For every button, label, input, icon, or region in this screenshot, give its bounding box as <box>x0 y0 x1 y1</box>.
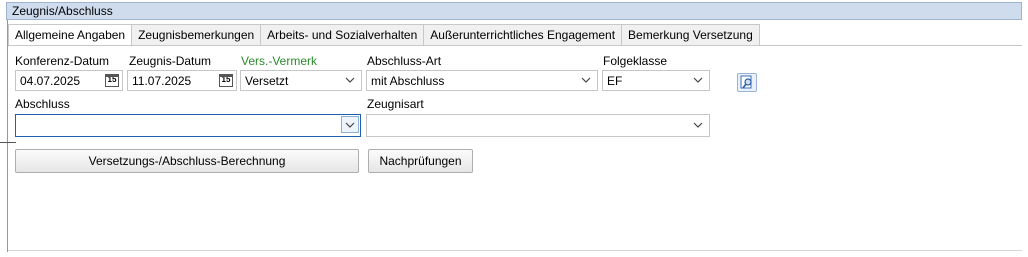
tab-arbeits-sozialverhalten[interactable]: Arbeits- und Sozialverhalten <box>261 24 425 46</box>
konferenz-datum-label: Konferenz-Datum <box>15 54 110 68</box>
konferenz-datum-field[interactable]: 04.07.2025 15 <box>15 70 123 91</box>
nachpruefungen-button[interactable]: Nachprüfungen <box>368 149 473 173</box>
zeugnis-datum-value: 11.07.2025 <box>132 74 192 88</box>
abschluss-dropdown-button[interactable] <box>341 116 359 133</box>
tab-bemerkung-versetzung[interactable]: Bemerkung Versetzung <box>622 24 760 46</box>
panel-title: Zeugnis/Abschluss <box>12 4 113 18</box>
window: Zeugnis/Abschluss Allgemeine Angaben Zeu… <box>0 0 1028 257</box>
zeugnis-datum-field[interactable]: 11.07.2025 15 <box>127 70 237 91</box>
abschluss-art-value: mit Abschluss <box>371 74 445 88</box>
chevron-down-icon[interactable] <box>581 75 591 85</box>
folgeklasse-label: Folgeklasse <box>603 54 668 68</box>
search-document-icon[interactable] <box>737 73 757 92</box>
chevron-down-icon[interactable] <box>693 120 703 130</box>
tab-ausserunterrichtliches-engagement[interactable]: Außerunterrichtliches Engagement <box>424 24 623 46</box>
tab-bar: Allgemeine Angaben Zeugnisbemerkungen Ar… <box>8 24 760 47</box>
zeugnisart-select[interactable] <box>366 114 710 137</box>
chevron-down-icon[interactable] <box>693 75 703 85</box>
panel-title-bar: Zeugnis/Abschluss <box>6 2 1022 20</box>
chevron-down-icon[interactable] <box>345 75 355 85</box>
versetzungs-abschluss-berechnung-button[interactable]: Versetzungs-/Abschluss-Berechnung <box>15 149 359 173</box>
connector-line <box>0 142 16 143</box>
calendar-icon[interactable]: 15 <box>219 74 233 87</box>
abschluss-art-select[interactable]: mit Abschluss <box>366 70 598 91</box>
chevron-down-icon[interactable] <box>345 120 355 130</box>
zeugnisart-label: Zeugnisart <box>367 97 424 111</box>
tab-allgemeine-angaben[interactable]: Allgemeine Angaben <box>8 24 133 47</box>
tab-body-border <box>8 45 1022 46</box>
vers-vermerk-value: Versetzt <box>245 74 289 88</box>
folgeklasse-value: EF <box>607 74 623 88</box>
panel-left-border <box>7 20 8 252</box>
vers-vermerk-select[interactable]: Versetzt <box>240 70 362 91</box>
vers-vermerk-label: Vers.-Vermerk <box>241 54 318 68</box>
folgeklasse-select[interactable]: EF <box>602 70 710 91</box>
abschluss-label: Abschluss <box>15 97 70 111</box>
zeugnis-datum-label: Zeugnis-Datum <box>129 54 212 68</box>
panel-bottom-border <box>8 250 1022 251</box>
abschluss-select[interactable] <box>15 114 361 137</box>
tab-zeugnisbemerkungen[interactable]: Zeugnisbemerkungen <box>132 24 262 46</box>
abschluss-art-label: Abschluss-Art <box>367 54 442 68</box>
konferenz-datum-value: 04.07.2025 <box>20 74 81 88</box>
calendar-icon[interactable]: 15 <box>105 74 119 87</box>
